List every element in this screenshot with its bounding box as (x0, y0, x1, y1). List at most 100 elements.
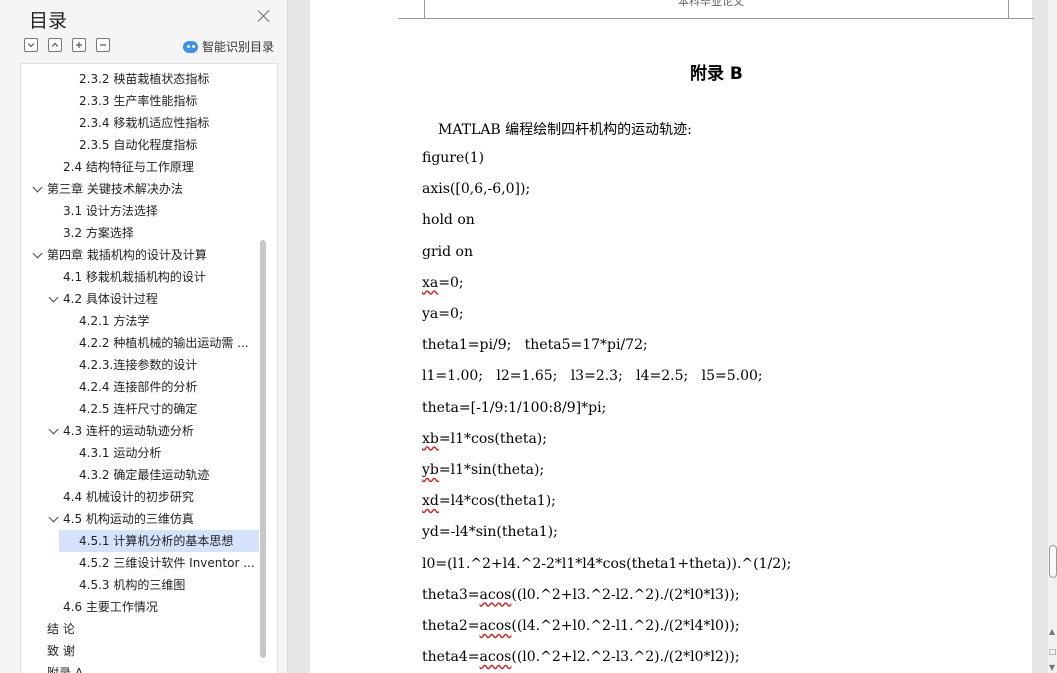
toc-item-2-3-3[interactable]: 2.3.3 生产率性能指标 (79, 90, 197, 112)
code-token: hold on (422, 212, 475, 229)
chevron-down-icon[interactable] (32, 248, 43, 259)
toc-item-4-4[interactable]: 4.4 机械设计的初步研究 (63, 486, 194, 508)
spellcheck-flagged-token: acos (479, 649, 512, 666)
spellcheck-flagged-token: xa (422, 274, 439, 291)
code-line: ya=0; (422, 306, 464, 322)
code-token: l0=(l1.^2+l4.^2-2*l1*l4*cos(theta1+theta… (422, 555, 792, 572)
spellcheck-flagged-token: xb (422, 430, 439, 447)
scroll-up-icon[interactable]: ▲ (1049, 628, 1055, 636)
code-line: theta2=acos((l4.^2+l0.^2-l1.^2)./(2*l4*l… (422, 618, 740, 634)
toc-item-chapter-3[interactable]: 第三章 关键技术解决办法 (47, 178, 183, 200)
toc-item-4-6[interactable]: 4.6 主要工作情况 (63, 596, 158, 618)
code-line: xd=l4*cos(theta1); (422, 493, 556, 509)
code-token: yd=-l4*sin(theta1); (422, 524, 558, 541)
chevron-down-icon[interactable] (48, 292, 59, 303)
toc-item-2-3-4[interactable]: 2.3.4 移栽机适应性指标 (79, 112, 209, 134)
toc-item-4-2-2[interactable]: 4.2.2 种植机械的输出运动需 ... (79, 332, 249, 354)
sidebar-title: 目录 (29, 10, 68, 32)
chevron-down-icon[interactable] (32, 182, 43, 193)
close-icon[interactable] (257, 9, 271, 23)
toc-item-4-5-1-selected[interactable]: 4.5.1 计算机分析的基本思想 (59, 530, 259, 552)
spellcheck-flagged-token: xd (422, 493, 439, 510)
smart-recognize-label: 智能识别目录 (202, 40, 275, 54)
toc-item-4-2-5[interactable]: 4.2.5 连杆尺寸的确定 (79, 398, 197, 420)
code-token: =l4*cos(theta1); (438, 493, 556, 510)
code-line: yb=l1*sin(theta); (422, 462, 544, 478)
toc-item-3-2[interactable]: 3.2 方案选择 (63, 222, 134, 244)
toc-item-4-2[interactable]: 4.2 具体设计过程 (63, 288, 158, 310)
toc-item-4-3[interactable]: 4.3 连杆的运动轨迹分析 (63, 420, 194, 442)
code-line: grid on (422, 244, 473, 260)
code-token: ((l0.^2+l3.^2-l2.^2)./(2*l0*l3)); (511, 586, 740, 603)
code-line: theta1=pi/9; theta5=17*pi/72; (422, 337, 648, 353)
code-token: ya=0; (422, 306, 464, 322)
code-token: l1=1.00; l2=1.65; l3=2.3; l4=2.5; l5=5.0… (422, 368, 763, 385)
scroll-down-icon[interactable]: ▼ (1049, 664, 1055, 672)
toc-toolbar (24, 38, 110, 54)
toc-item-4-2-4[interactable]: 4.2.4 连接部件的分析 (79, 376, 197, 398)
code-line: xb=l1*cos(theta); (422, 431, 547, 447)
code-token: =l1*cos(theta); (438, 430, 547, 447)
toc-item-4-1[interactable]: 4.1 移栽机栽插机构的设计 (63, 266, 206, 288)
intro-paragraph: MATLAB 编程绘制四杆机构的运动轨迹: (438, 122, 692, 138)
toc-item-chapter-4[interactable]: 第四章 栽插机构的设计及计算 (47, 244, 207, 266)
spellcheck-flagged-token: acos (479, 618, 512, 634)
document-area: 本科毕业论文 附录 B MATLAB 编程绘制四杆机构的运动轨迹: figure… (288, 0, 1057, 673)
toc-item-4-3-2[interactable]: 4.3.2 确定最佳运动轨迹 (79, 464, 209, 486)
code-line: l1=1.00; l2=1.65; l3=2.3; l4=2.5; l5=5.0… (422, 368, 763, 384)
smart-recognize-toc-button[interactable]: 智能识别目录 (183, 38, 274, 55)
toc-item-2-3-2[interactable]: 2.3.2 秧苗栽植状态指标 (79, 68, 209, 90)
toc-item-2-3-5[interactable]: 2.3.5 自动化程度指标 (79, 134, 197, 156)
code-token: =0; (438, 274, 464, 291)
code-token: ((l4.^2+l0.^2-l1.^2)./(2*l4*l0)); (511, 618, 740, 634)
toc-item-acknowledgement[interactable]: 致 谢 (47, 640, 75, 662)
code-line: l0=(l1.^2+l4.^2-2*l1*l4*cos(theta1+theta… (422, 556, 791, 572)
toc-list[interactable]: 2.3.2 秧苗栽植状态指标 2.3.3 生产率性能指标 2.3.4 移栽机适应… (20, 63, 278, 673)
code-token: ((l0.^2+l2.^2-l3.^2)./(2*l0*l2)); (511, 649, 740, 666)
code-token: theta2= (422, 618, 480, 634)
minus-icon[interactable] (96, 38, 110, 52)
document-page: 本科毕业论文 附录 B MATLAB 编程绘制四杆机构的运动轨迹: figure… (310, 0, 1034, 673)
code-token: =l1*sin(theta); (438, 462, 545, 478)
toc-item-4-5[interactable]: 4.5 机构运动的三维仿真 (63, 508, 194, 530)
toc-item-4-5-2[interactable]: 4.5.2 三维设计软件 Inventor ... (79, 552, 255, 574)
code-line: theta3=acos((l0.^2+l3.^2-l2.^2)./(2*l0*l… (422, 587, 740, 603)
header-rule (398, 18, 1034, 19)
chevron-down-icon[interactable] (48, 512, 59, 523)
document-scrollbar[interactable]: ▲ □ ▼ (1048, 0, 1057, 673)
code-token: grid on (422, 243, 473, 260)
appendix-title: 附录 B (690, 64, 743, 84)
code-token: axis([0,6,-6,0]); (422, 181, 531, 198)
code-line: figure(1) (422, 150, 484, 166)
toc-item-4-2-1[interactable]: 4.2.1 方法学 (79, 310, 149, 332)
code-token: theta1=pi/9; theta5=17*pi/72; (422, 337, 648, 354)
code-line: hold on (422, 212, 475, 228)
toc-item-4-5-3[interactable]: 4.5.3 机构的三维图 (79, 574, 185, 596)
toc-item-4-2-3[interactable]: 4.2.3.连接参数的设计 (79, 354, 197, 376)
code-token: theta3= (422, 586, 480, 603)
toc-item-conclusion[interactable]: 结 论 (47, 618, 75, 640)
smart-ai-icon (183, 40, 198, 53)
code-line: theta=[-1/9:1/100:8/9]*pi; (422, 400, 606, 416)
code-line: axis([0,6,-6,0]); (422, 181, 530, 197)
page-icon[interactable]: □ (1049, 648, 1057, 656)
header-margin-mark (1008, 0, 1009, 18)
code-token: theta4= (422, 649, 480, 666)
header-margin-mark (424, 0, 425, 18)
toc-item-2-4[interactable]: 2.4 结构特征与工作原理 (63, 156, 194, 178)
code-line: theta4=acos((l0.^2+l2.^2-l3.^2)./(2*l0*l… (422, 649, 740, 665)
toc-scrollbar[interactable] (260, 240, 266, 658)
toc-item-appendix-a[interactable]: 附录 A (47, 662, 83, 673)
collapse-down-icon[interactable] (24, 38, 38, 52)
expand-up-icon[interactable] (48, 38, 62, 52)
spellcheck-flagged-token: acos (479, 586, 512, 603)
toc-item-4-3-1[interactable]: 4.3.1 运动分析 (79, 442, 161, 464)
toc-item-3-1[interactable]: 3.1 设计方法选择 (63, 200, 158, 222)
plus-icon[interactable] (72, 38, 86, 52)
code-token: theta=[-1/9:1/100:8/9]*pi; (422, 399, 607, 416)
spellcheck-flagged-token: yb (422, 462, 439, 478)
chevron-down-icon[interactable] (48, 424, 59, 435)
page-header-text: 本科毕业论文 (678, 0, 744, 8)
code-line: yd=-l4*sin(theta1); (422, 524, 558, 540)
document-scroll-thumb[interactable] (1049, 545, 1057, 578)
